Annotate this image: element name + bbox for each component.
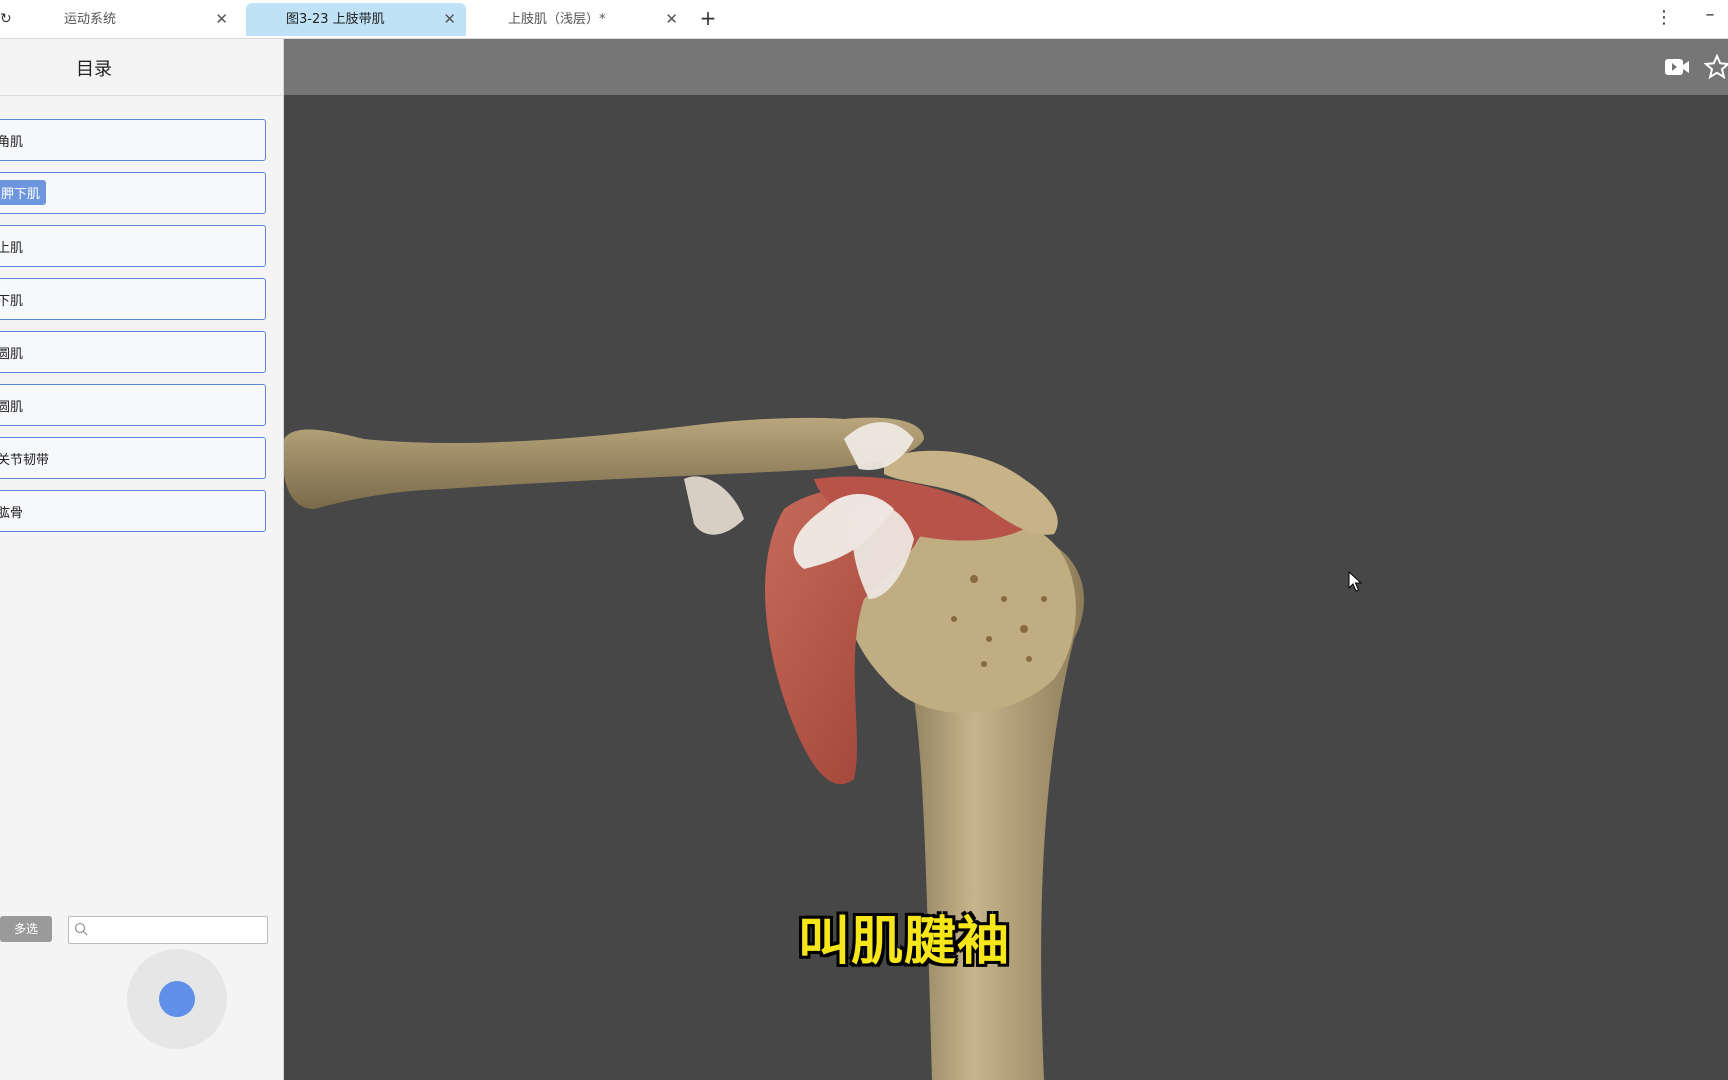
tab-bar: ↻ 运动系统 ✕ 图3-23 上肢带肌 ✕ 上肢肌（浅层）* ✕ + ⋮ – bbox=[0, 0, 1728, 39]
tab-upper-limb-girdle[interactable]: 图3-23 上肢带肌 ✕ bbox=[246, 3, 466, 36]
list-item-label: 圆肌 bbox=[0, 400, 24, 415]
model-viewer[interactable]: 叫肌腱袖 bbox=[284, 39, 1728, 1080]
close-icon[interactable]: ✕ bbox=[665, 3, 678, 36]
video-icon[interactable] bbox=[1664, 56, 1690, 78]
list-item-label: 关节韧带 bbox=[0, 453, 50, 468]
list-item[interactable]: 肱骨 bbox=[0, 490, 266, 532]
more-icon[interactable]: ⋮ bbox=[1655, 8, 1673, 28]
list-item[interactable]: 关节韧带 bbox=[0, 437, 266, 479]
list-item[interactable]: 圆肌 bbox=[0, 331, 266, 373]
capsule-ligament bbox=[684, 476, 744, 535]
list-item[interactable]: 下肌 bbox=[0, 278, 266, 320]
close-icon[interactable]: ✕ bbox=[443, 3, 456, 36]
list-item-label: 下肌 bbox=[0, 294, 24, 309]
video-subtitle: 叫肌腱袖 bbox=[797, 912, 1010, 972]
refresh-icon[interactable]: ↻ bbox=[0, 10, 12, 28]
list-item-label: 角肌 bbox=[0, 135, 24, 150]
close-icon[interactable]: ✕ bbox=[215, 3, 228, 36]
tab-motion-system[interactable]: 运动系统 ✕ bbox=[24, 3, 238, 36]
list-item[interactable]: 圆肌 bbox=[0, 384, 266, 426]
joystick-knob[interactable] bbox=[159, 981, 195, 1017]
list-item[interactable]: 角肌 bbox=[0, 119, 266, 161]
sidebar-header: 目录 bbox=[0, 39, 283, 96]
list-item-label: 上肌 bbox=[0, 241, 24, 256]
navigation-joystick[interactable] bbox=[127, 949, 227, 1049]
search-box[interactable] bbox=[68, 916, 268, 944]
list-item[interactable]: 上肌 bbox=[0, 225, 266, 267]
tab-upper-limb-superficial[interactable]: 上肢肌（浅层）* ✕ bbox=[470, 3, 688, 36]
viewer-toolbar bbox=[284, 39, 1728, 95]
minimize-icon[interactable]: – bbox=[1700, 4, 1720, 28]
list-item-label: 胛下肌 bbox=[0, 180, 47, 205]
list-item-label: 圆肌 bbox=[0, 347, 24, 362]
cursor-icon bbox=[1348, 571, 1363, 592]
add-tab-icon[interactable]: + bbox=[698, 7, 718, 29]
star-icon[interactable] bbox=[1704, 54, 1728, 80]
tab-label: 上肢肌（浅层）* bbox=[508, 12, 606, 27]
sidebar: 目录 角肌 胛下肌 上肌 下肌 圆肌 圆肌 关节韧带 肱骨 多选 bbox=[0, 39, 284, 1080]
list-item-label: 肱骨 bbox=[0, 506, 24, 521]
multi-select-button[interactable]: 多选 bbox=[0, 916, 52, 942]
sidebar-title: 目录 bbox=[76, 59, 112, 80]
tab-label: 运动系统 bbox=[64, 12, 117, 27]
tab-label: 图3-23 上肢带肌 bbox=[286, 12, 385, 27]
search-input[interactable] bbox=[93, 920, 265, 942]
list-item-selected[interactable]: 胛下肌 bbox=[0, 172, 266, 214]
search-icon bbox=[74, 922, 88, 936]
